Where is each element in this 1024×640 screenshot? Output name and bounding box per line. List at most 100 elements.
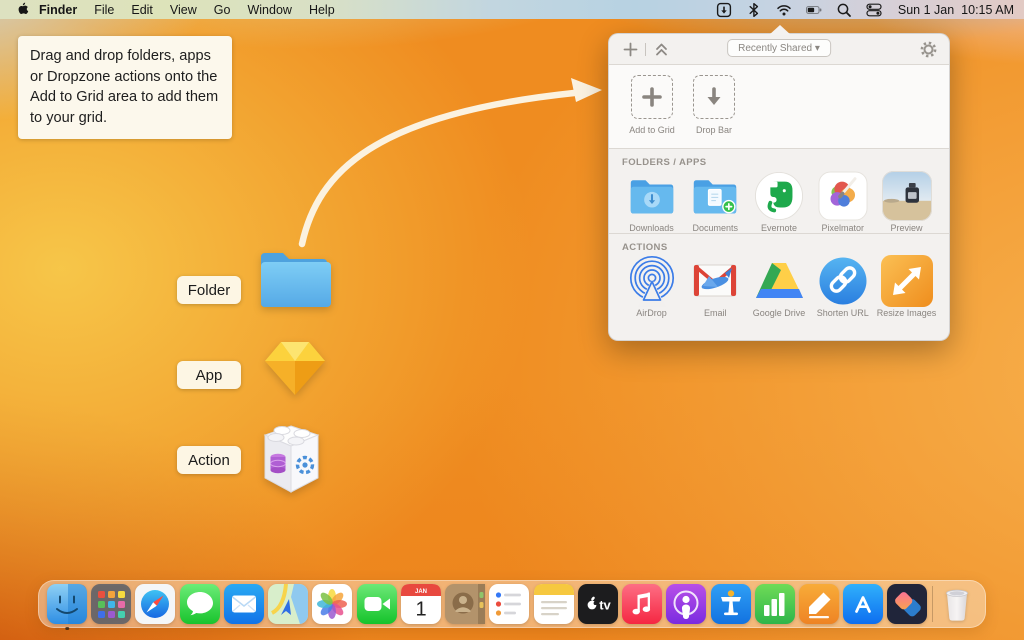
downloads-folder-icon bbox=[628, 171, 676, 221]
panel-header: Recently Shared ▾ bbox=[609, 34, 949, 65]
svg-text:JAN: JAN bbox=[415, 589, 427, 595]
menu-items: Finder File Edit View Go Window Help bbox=[39, 3, 352, 17]
dropzone-panel: Recently Shared ▾ Add to Grid Drop Bar FO… bbox=[608, 33, 950, 341]
folder-label: Folder bbox=[177, 276, 241, 304]
database-glyph bbox=[271, 454, 286, 473]
panel-item-airdrop[interactable]: AirDrop bbox=[620, 256, 683, 318]
section-actions: ACTIONS AirDrop Email Google Drive Shorten U… bbox=[609, 233, 949, 318]
bluetooth-icon[interactable] bbox=[746, 2, 763, 18]
documents-folder-icon bbox=[691, 171, 739, 221]
dock-reminders-icon[interactable] bbox=[489, 584, 529, 624]
dock-facetime-icon[interactable] bbox=[357, 584, 397, 624]
arrow-down-icon bbox=[693, 75, 735, 119]
menu-bar-date[interactable]: Sun 1 Jan bbox=[898, 3, 954, 17]
dock-finder-icon[interactable] bbox=[47, 584, 87, 624]
dock-messages-icon[interactable] bbox=[180, 584, 220, 624]
dock-numbers-icon[interactable] bbox=[755, 584, 795, 624]
panel-item-label: Pixelmator bbox=[821, 223, 864, 233]
menu-edit[interactable]: Edit bbox=[131, 3, 153, 17]
battery-icon[interactable] bbox=[806, 2, 823, 18]
panel-item-label: AirDrop bbox=[636, 308, 667, 318]
drop-target-label: Add to Grid bbox=[629, 125, 675, 135]
panel-item-shorten-url[interactable]: Shorten URL bbox=[811, 256, 874, 318]
dock-notes-icon[interactable] bbox=[534, 584, 574, 624]
status-icon-slots bbox=[716, 2, 883, 18]
spotlight-icon[interactable] bbox=[836, 2, 853, 18]
action-label: Action bbox=[177, 446, 241, 474]
panel-item-label: Google Drive bbox=[753, 308, 806, 318]
dock-shortcuts-icon[interactable] bbox=[887, 584, 927, 624]
evernote-icon bbox=[754, 171, 804, 221]
menu-bar-status: Sun 1 Jan 10:15 AM bbox=[716, 2, 1014, 18]
menu-help[interactable]: Help bbox=[309, 3, 335, 17]
menu-file[interactable]: File bbox=[94, 3, 114, 17]
plus-icon bbox=[631, 75, 673, 119]
panel-item-evernote[interactable]: Evernote bbox=[748, 171, 811, 233]
dock-safari-icon[interactable] bbox=[135, 584, 175, 624]
dock-separator bbox=[932, 586, 933, 622]
airdrop-icon bbox=[626, 256, 678, 306]
desktop-folder-icon[interactable] bbox=[257, 247, 331, 314]
menu-bar-time[interactable]: 10:15 AM bbox=[961, 3, 1014, 17]
panel-item-label: Preview bbox=[890, 223, 922, 233]
drop-targets: Add to Grid Drop Bar bbox=[609, 65, 949, 149]
dock-music-icon[interactable] bbox=[622, 584, 662, 624]
instruction-callout: Drag and drop folders, apps or Dropzone … bbox=[18, 36, 232, 139]
desktop-sketch-app-icon[interactable] bbox=[261, 337, 329, 404]
collapse-chevrons-icon[interactable] bbox=[650, 39, 672, 59]
dock-mail-icon[interactable] bbox=[224, 584, 264, 624]
google-drive-icon bbox=[753, 256, 805, 306]
dock-launchpad-icon[interactable] bbox=[91, 584, 131, 624]
panel-item-label: Resize Images bbox=[877, 308, 937, 318]
panel-item-email[interactable]: Email bbox=[684, 256, 747, 318]
drop-target-add-to-grid[interactable]: Add to Grid bbox=[621, 75, 683, 148]
dock-photos-icon[interactable] bbox=[312, 584, 352, 624]
drop-target-label: Drop Bar bbox=[696, 125, 732, 135]
dock-pages-icon[interactable] bbox=[799, 584, 839, 624]
panel-item-google-drive[interactable]: Google Drive bbox=[748, 256, 811, 318]
email-icon bbox=[689, 256, 741, 306]
dock-calendar-icon[interactable]: JAN1 bbox=[401, 584, 441, 624]
panel-item-label: Shorten URL bbox=[817, 308, 869, 318]
recently-shared-dropdown[interactable]: Recently Shared ▾ bbox=[727, 39, 831, 57]
panel-sections: FOLDERS / APPS DownloadsDocuments Evernote… bbox=[609, 149, 949, 318]
wifi-icon[interactable] bbox=[776, 2, 793, 18]
drop-target-drop-bar[interactable]: Drop Bar bbox=[683, 75, 745, 148]
dock-maps-icon[interactable] bbox=[268, 584, 308, 624]
section-folders-apps: FOLDERS / APPS DownloadsDocuments Evernote… bbox=[609, 149, 949, 233]
desktop-action-brick-icon[interactable] bbox=[252, 418, 332, 505]
header-separator bbox=[645, 43, 646, 56]
dock-trash-icon[interactable] bbox=[937, 584, 977, 624]
instruction-text: Drag and drop folders, apps or Dropzone … bbox=[30, 48, 218, 126]
dock: JAN1 tv bbox=[38, 580, 986, 628]
menu-go[interactable]: Go bbox=[214, 3, 231, 17]
apple-menu-icon[interactable] bbox=[16, 2, 29, 17]
panel-item-label: Evernote bbox=[761, 223, 797, 233]
panel-item-pixelmator[interactable]: Pixelmator bbox=[811, 171, 874, 233]
panel-item-preview[interactable]: Preview bbox=[875, 171, 938, 233]
dock-contacts-icon[interactable] bbox=[445, 584, 485, 624]
shorten-url-icon bbox=[817, 256, 869, 306]
section-title: ACTIONS bbox=[622, 242, 949, 253]
dropzone-menubar-icon[interactable] bbox=[716, 2, 733, 18]
panel-item-label: Email bbox=[704, 308, 727, 318]
panel-item-documents[interactable]: Documents bbox=[684, 171, 747, 233]
dock-app-store-icon[interactable] bbox=[843, 584, 883, 624]
pixelmator-icon bbox=[818, 171, 868, 221]
panel-item-resize-images[interactable]: Resize Images bbox=[875, 256, 938, 318]
section-title: FOLDERS / APPS bbox=[622, 157, 949, 168]
settings-gear-icon[interactable] bbox=[917, 39, 939, 59]
svg-text:tv: tv bbox=[599, 598, 611, 613]
app-label: App bbox=[177, 361, 241, 389]
dock-apple-tv-icon[interactable]: tv bbox=[578, 584, 618, 624]
dock-podcasts-icon[interactable] bbox=[666, 584, 706, 624]
resize-images-icon bbox=[881, 256, 933, 306]
menu-view[interactable]: View bbox=[170, 3, 197, 17]
control-center-icon[interactable] bbox=[866, 2, 883, 18]
menu-finder[interactable]: Finder bbox=[39, 3, 77, 17]
running-indicator bbox=[65, 627, 69, 631]
dock-keynote-icon[interactable] bbox=[711, 584, 751, 624]
menu-window[interactable]: Window bbox=[247, 3, 291, 17]
add-icon[interactable] bbox=[619, 39, 641, 59]
panel-item-downloads[interactable]: Downloads bbox=[620, 171, 683, 233]
